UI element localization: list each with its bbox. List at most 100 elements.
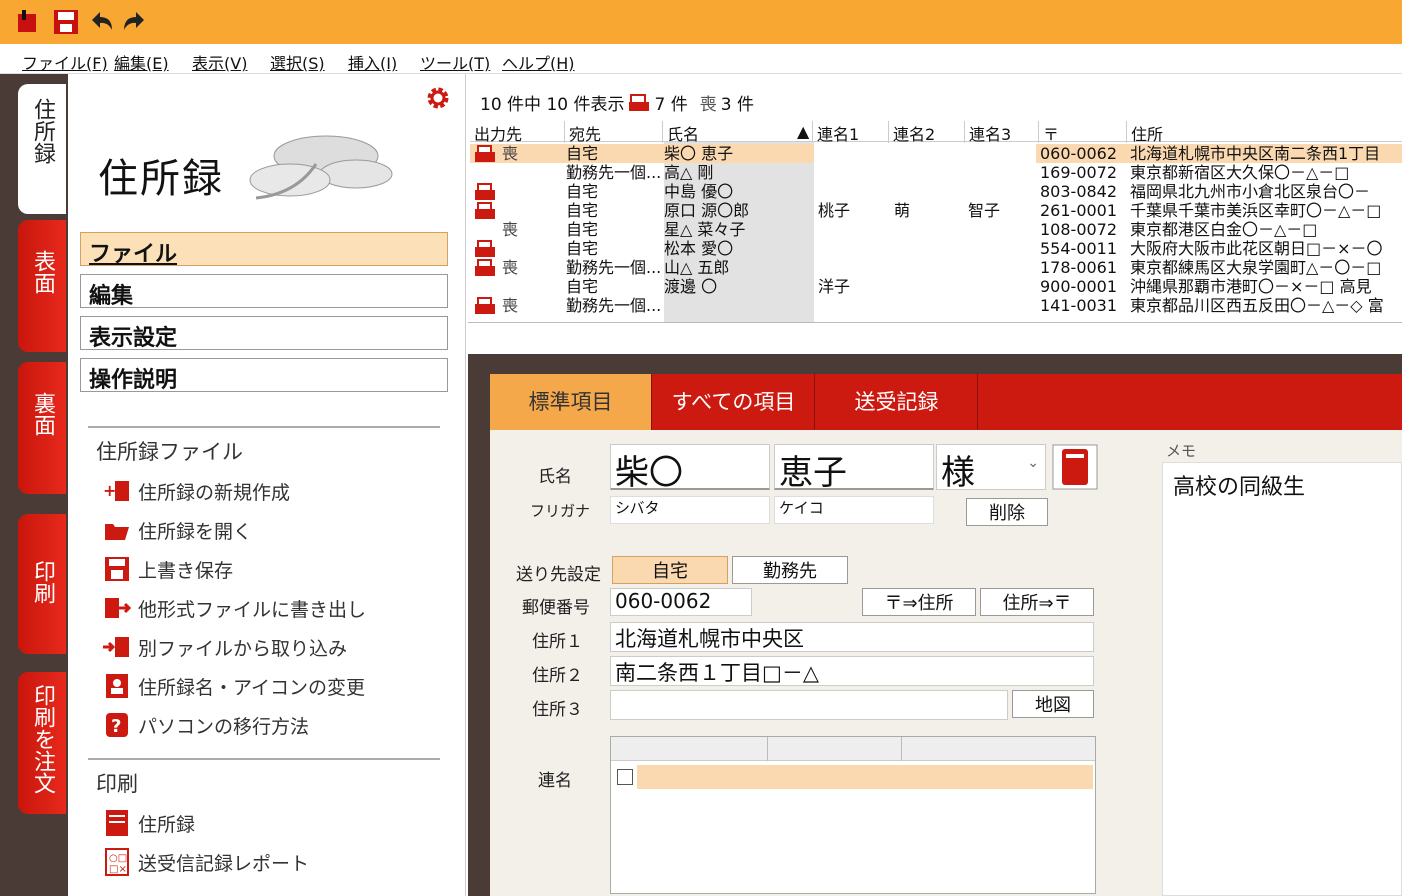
menu-insert[interactable]: 挿入(I) <box>348 50 397 74</box>
splitter[interactable] <box>468 322 1402 352</box>
table-row[interactable]: 自宅 中島 優〇 803-0842 福岡県北九州市小倉北区泉台〇－ <box>470 182 1402 201</box>
tab-history[interactable]: 送受記録 <box>816 374 978 430</box>
mourning-icon[interactable]: 喪 <box>502 296 518 315</box>
honorific-select[interactable]: 様 ⌄ <box>936 444 1046 493</box>
joint-names-table[interactable] <box>610 736 1096 894</box>
undo-icon[interactable] <box>88 8 116 36</box>
table-row[interactable]: 自宅 渡邊 〇 洋子 900-0001 沖縄県那覇市港町〇－×－□ 高見 <box>470 277 1402 296</box>
gear-icon[interactable] <box>424 84 452 112</box>
cell-name: 松本 愛〇 <box>664 239 734 258</box>
last-name-field[interactable]: 柴〇 <box>610 444 770 493</box>
table-row[interactable]: 喪 勤務先一個... 山△ 五郎 178-0061 東京都練馬区大泉学園町△－〇－□ <box>470 258 1402 277</box>
zip-to-address-button[interactable]: 〒⇒住所 <box>862 588 976 616</box>
category-display[interactable]: 表示設定 <box>80 316 448 351</box>
cell-zip: 803-0842 <box>1040 182 1118 201</box>
address-to-zip-button[interactable]: 住所⇒〒 <box>980 588 1094 616</box>
cell-dest: 自宅 <box>566 182 599 201</box>
tab-all-items[interactable]: すべての項目 <box>653 374 815 430</box>
vtab-order-print[interactable]: 印刷を注文 <box>18 672 66 814</box>
category-help[interactable]: 操作説明 <box>80 358 448 393</box>
menu-view[interactable]: 表示(V) <box>192 50 247 74</box>
address1-field[interactable]: 北海道札幌市中央区 <box>610 622 1094 652</box>
cell-zip: 108-0072 <box>1040 220 1118 239</box>
col-zip[interactable]: 〒 <box>1038 121 1059 144</box>
menu-select[interactable]: 選択(S) <box>270 50 325 74</box>
action-print-report[interactable]: ○□ □× 送受信記録レポート <box>102 847 309 877</box>
title-bar <box>0 0 1402 44</box>
cell-zip: 900-0001 <box>1040 277 1118 296</box>
action-rename-icon[interactable]: 住所録名・アイコンの変更 <box>102 671 365 701</box>
cell-name: 星△ 菜々子 <box>664 220 746 239</box>
menu-help[interactable]: ヘルプ(H) <box>502 50 575 74</box>
redo-icon[interactable] <box>120 8 148 36</box>
vtab-address-book[interactable]: 住所録 <box>18 84 66 214</box>
table-row[interactable]: 自宅 原口 源〇郎 桃子 萌 智子 261-0001 千葉県千葉市美浜区幸町〇－△－□ <box>470 201 1402 220</box>
mourning-icon[interactable]: 喪 <box>502 144 518 163</box>
cell-addr: 東京都新宿区大久保〇－△－□ <box>1130 163 1350 182</box>
action-print-book[interactable]: 住所録 <box>102 808 195 838</box>
report-icon: ○□ □× <box>102 848 132 876</box>
first-name-field[interactable]: 恵子 <box>774 444 934 493</box>
address-book-icon[interactable] <box>1052 444 1098 490</box>
detail-tabs: 標準項目 すべての項目 送受記録 <box>490 374 1402 430</box>
save-icon[interactable] <box>52 8 80 36</box>
action-new-book[interactable]: + 住所録の新規作成 <box>102 476 290 506</box>
action-export[interactable]: 他形式ファイルに書き出し <box>102 593 366 623</box>
joint-table-row[interactable] <box>637 765 1093 789</box>
table-row[interactable]: 喪 自宅 柴〇 恵子 060-0062 北海道札幌市中央区南二条西1丁目 <box>470 144 1402 163</box>
cell-zip: 178-0061 <box>1040 258 1118 277</box>
category-edit[interactable]: 編集 <box>80 274 448 309</box>
joint-row-checkbox[interactable] <box>617 769 633 785</box>
col-joint2[interactable]: 連名2 <box>888 121 935 144</box>
mourning-icon[interactable]: 喪 <box>502 258 518 277</box>
pine-illustration <box>249 135 393 200</box>
book-icon <box>102 810 132 836</box>
delete-button[interactable]: 削除 <box>966 498 1048 526</box>
category-file[interactable]: ファイル <box>80 232 448 267</box>
kana-first-field[interactable]: ケイコ <box>774 496 934 524</box>
action-label: 住所録の新規作成 <box>138 481 291 504</box>
action-overwrite-save[interactable]: 上書き保存 <box>102 554 233 584</box>
col-dest[interactable]: 宛先 <box>564 121 601 144</box>
cell-addr: 沖縄県那覇市港町〇－×－□ 高見 <box>1130 277 1372 296</box>
col-joint3[interactable]: 連名3 <box>964 121 1011 144</box>
kana-last-field[interactable]: シバタ <box>610 496 770 524</box>
postal-field[interactable]: 060-0062 <box>610 588 752 616</box>
action-import[interactable]: 別ファイルから取り込み <box>102 632 347 662</box>
table-row[interactable]: 喪 勤務先一個... 141-0031 東京都品川区西五反田〇－△－◇ 富 <box>470 296 1402 315</box>
action-open-book[interactable]: 住所録を開く <box>102 515 252 545</box>
cell-r3: 智子 <box>968 201 1001 220</box>
col-output[interactable]: 出力先 <box>470 121 522 144</box>
col-joint1[interactable]: 連名1 <box>812 121 859 144</box>
vtab-back[interactable]: 裏面 <box>18 362 66 494</box>
cell-dest: 勤務先一個... <box>566 163 662 182</box>
mourning-icon[interactable]: 喪 <box>502 220 518 239</box>
menu-file[interactable]: ファイル(F) <box>22 50 108 74</box>
chevron-down-icon: ⌄ <box>1027 455 1039 471</box>
vtab-front[interactable]: 表面 <box>18 220 66 352</box>
memo-field[interactable]: 高校の同級生 <box>1162 462 1402 896</box>
main-panel: 10 件中 10 件表示 7 件 喪 3 件 出力先 宛先 氏名 ▲ 連名1 連名… <box>468 74 1402 896</box>
map-button[interactable]: 地図 <box>1012 690 1094 718</box>
table-row[interactable]: 勤務先一個... 高△ 剛 169-0072 東京都新宿区大久保〇－△－□ <box>470 163 1402 182</box>
cell-zip: 169-0072 <box>1040 163 1118 182</box>
menu-tools[interactable]: ツール(T) <box>420 50 490 74</box>
col-name[interactable]: 氏名 ▲ <box>662 121 812 144</box>
col-address[interactable]: 住所 <box>1126 121 1163 144</box>
action-label: 住所録を開く <box>138 520 253 543</box>
tab-standard[interactable]: 標準項目 <box>490 374 652 430</box>
vtab-print[interactable]: 印刷 <box>18 514 66 654</box>
action-migration[interactable]: ? パソコンの移行方法 <box>102 710 309 740</box>
work-button[interactable]: 勤務先 <box>732 556 848 584</box>
address3-field[interactable] <box>610 690 1008 720</box>
address-grid[interactable]: 出力先 宛先 氏名 ▲ 連名1 連名2 連名3 〒 住所 喪自宅 柴〇 恵子 060-… <box>470 120 1402 322</box>
print-icon[interactable] <box>474 297 496 319</box>
table-row[interactable]: 自宅 松本 愛〇 554-0011 大阪府大阪市此花区朝日□－×－〇 <box>470 239 1402 258</box>
menu-bar: ファイル(F) 編集(E) 表示(V) 選択(S) 挿入(I) ツール(T) ヘ… <box>0 44 1402 74</box>
detail-panel: 標準項目 すべての項目 送受記録 氏名 柴〇 恵子 様 ⌄ フリガナ シバタ ケイ… <box>468 354 1402 896</box>
home-button[interactable]: 自宅 <box>612 556 728 584</box>
menu-edit[interactable]: 編集(E) <box>114 50 169 74</box>
address2-field[interactable]: 南二条西１丁目□－△ <box>610 656 1094 686</box>
table-row[interactable]: 喪 自宅 星△ 菜々子 108-0072 東京都港区白金〇－△－□ <box>470 220 1402 239</box>
label-name: 氏名 <box>538 467 572 487</box>
